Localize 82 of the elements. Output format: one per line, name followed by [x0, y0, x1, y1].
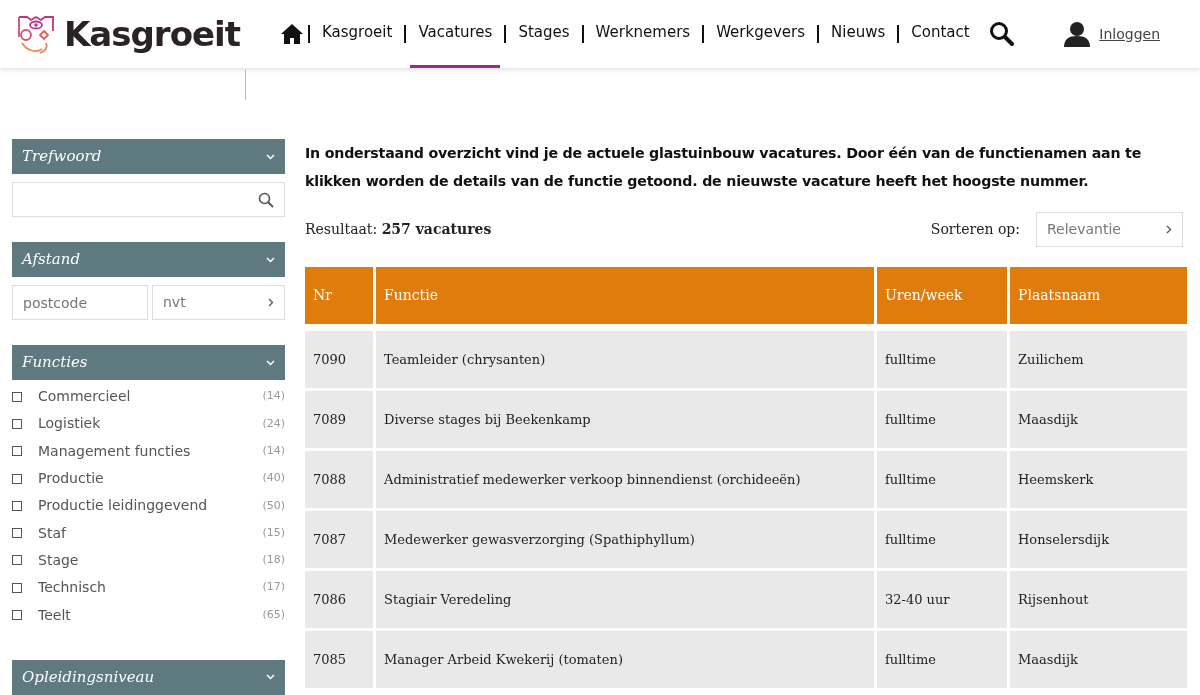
job-title-cell[interactable]: Diverse stages bij Beekenkamp [376, 391, 874, 448]
job-title-cell[interactable]: Teamleider (chrysanten) [376, 331, 874, 388]
user-icon [1063, 21, 1092, 47]
sort-select[interactable]: Relevantie [1036, 212, 1183, 247]
filter-label[interactable]: Productie leidinggevend [38, 495, 208, 517]
login-link[interactable]: Inloggen [1099, 23, 1160, 45]
table-cell: Maasdijk [1010, 631, 1187, 688]
nav-link[interactable]: Stages [510, 0, 578, 68]
table-cell: Rijsenhout [1010, 571, 1187, 628]
checkbox[interactable] [12, 391, 22, 402]
nav-link[interactable]: Contact [903, 0, 978, 68]
logo-text: Kasgroeit [64, 12, 240, 56]
filter-count: (17) [262, 579, 285, 596]
chevron-down-icon [266, 359, 275, 366]
table-cell: Zuilichem [1010, 331, 1187, 388]
checkbox[interactable] [12, 446, 22, 457]
filter-count: (24) [262, 415, 285, 432]
filter-header[interactable]: Functies [12, 345, 285, 380]
intro-text: In onderstaand overzicht vind je de actuele glastuinbouw vacatures. Door één van de functienamen aan te klikken worden de details van de functie getoond. de nieuwste vacature heeft het hoogste nummer. [305, 144, 1143, 191]
filter-label[interactable]: Productie [38, 468, 104, 490]
nav-link[interactable]: Werkgevers [708, 0, 814, 68]
job-title-cell[interactable]: Medewerker gewasverzorging (Spathiphyllum) [376, 511, 874, 568]
table-cell: fulltime [877, 451, 1007, 508]
chevron-right-icon [268, 298, 274, 307]
filter-label[interactable]: Management functies [38, 440, 191, 462]
table-cell: 7088 [305, 451, 373, 508]
filter-label[interactable]: Technisch [38, 577, 106, 599]
logo-icon [16, 13, 56, 55]
job-title-cell[interactable]: Manager Arbeid Kwekerij (tomaten) [376, 631, 874, 688]
checkbox[interactable] [12, 555, 22, 566]
checkbox[interactable] [12, 582, 22, 593]
filter-count: (14) [262, 388, 285, 405]
search-icon[interactable] [989, 21, 1016, 47]
table-cell: fulltime [877, 391, 1007, 448]
filter-count: (15) [262, 524, 285, 541]
nav-link[interactable]: Vacatures [410, 0, 501, 68]
filter-label[interactable]: Commercieel [38, 386, 131, 408]
filter-label[interactable]: Stage [38, 549, 79, 571]
table-cell: 7085 [305, 631, 373, 688]
nav-link[interactable]: Nieuws [823, 0, 894, 68]
filter-header[interactable]: Afstand [12, 242, 285, 277]
filter-count: (14) [262, 443, 285, 459]
table-cell: Heemskerk [1010, 451, 1187, 508]
chevron-down-icon [266, 674, 275, 681]
nav-link[interactable]: Werknemers [587, 0, 699, 68]
filter-count: (40) [262, 470, 285, 487]
filter-label[interactable]: Teelt [38, 604, 71, 626]
filter-header[interactable]: Opleidingsniveau [12, 659, 285, 695]
result-count: Resultaat: 257 vacatures [305, 220, 492, 239]
table-cell: Maasdijk [1010, 391, 1187, 448]
home-icon[interactable] [280, 23, 304, 45]
checkbox[interactable] [12, 610, 22, 620]
table-cell: 7089 [305, 391, 373, 448]
job-title-cell[interactable]: Stagiair Veredeling [376, 571, 874, 628]
table-cell: fulltime [877, 631, 1007, 688]
distance-select[interactable]: nvt [152, 285, 285, 320]
chevron-down-icon [266, 153, 275, 160]
table-cell: Honselersdijk [1010, 511, 1187, 568]
filter-header[interactable]: Trefwoord [12, 139, 285, 174]
filter-count: (18) [262, 552, 285, 569]
filter-label[interactable]: Logistiek [38, 413, 101, 435]
job-title-cell[interactable]: Administratief medewerker verkoop binnendienst (orchideeën) [376, 451, 874, 508]
filter-label[interactable]: Staf [38, 522, 66, 544]
search-icon [258, 191, 274, 208]
keyword-field[interactable] [12, 182, 285, 217]
checkbox[interactable] [12, 500, 22, 511]
postcode-field[interactable]: postcode [12, 285, 148, 320]
filter-count: (50) [262, 497, 285, 514]
chevron-right-icon [1166, 225, 1172, 234]
chevron-down-icon [266, 256, 275, 263]
table-cell: 7087 [305, 511, 373, 568]
table-cell: fulltime [877, 511, 1007, 568]
checkbox[interactable] [12, 473, 22, 484]
table-cell: 32-40 uur [877, 571, 1007, 628]
table-cell: 7090 [305, 331, 373, 388]
filter-count: (65) [262, 606, 285, 623]
checkbox[interactable] [12, 418, 22, 429]
checkbox[interactable] [12, 528, 22, 539]
nav-link[interactable]: Kasgroeit [314, 0, 401, 68]
table-cell: 7086 [305, 571, 373, 628]
sort-label: Sorteren op: [930, 220, 1020, 239]
table-cell: fulltime [877, 331, 1007, 388]
